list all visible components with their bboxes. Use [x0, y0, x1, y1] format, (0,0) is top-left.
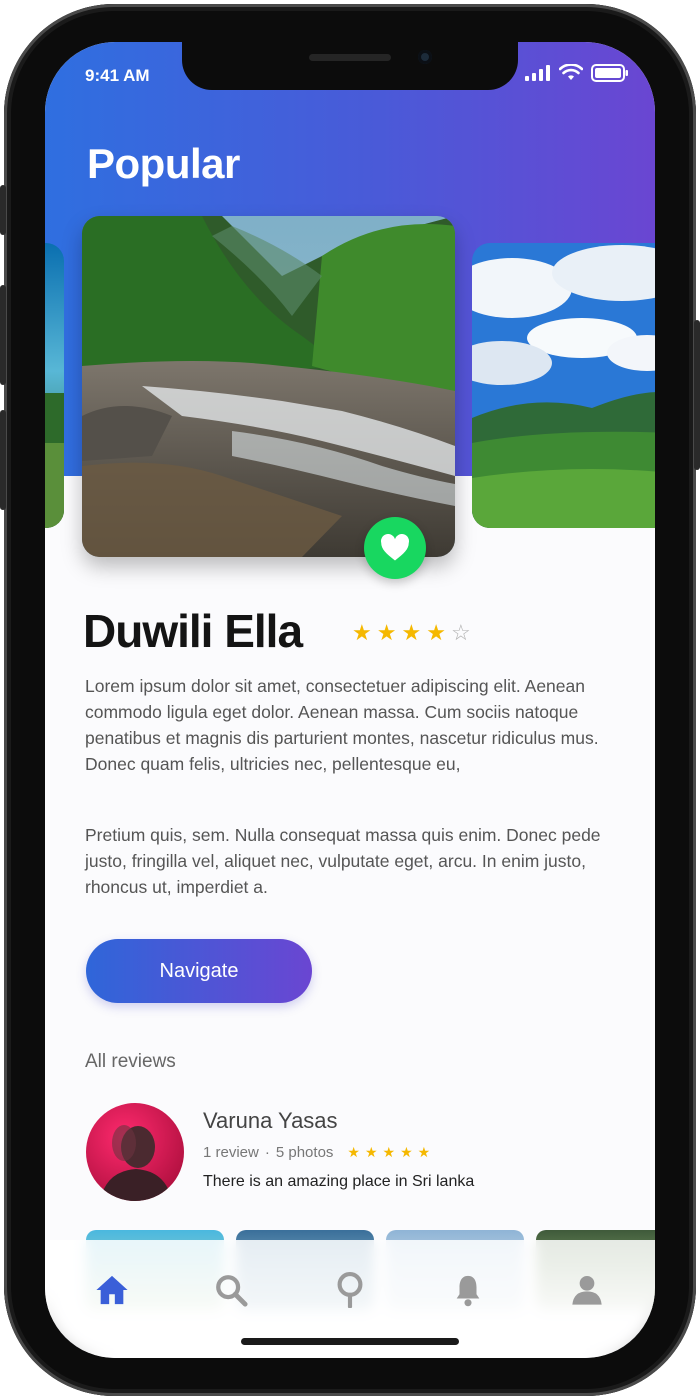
star-filled-icon: ★ — [426, 620, 446, 645]
speaker — [309, 54, 391, 61]
star-filled-icon: ★ — [382, 1144, 396, 1160]
review-count: 1 review — [203, 1144, 259, 1161]
place-rating: ★ ★ ★ ★ ☆ — [352, 622, 471, 644]
reviews-heading: All reviews — [85, 1051, 176, 1072]
card-image-ocean — [45, 243, 64, 528]
phone-volume-up — [0, 285, 6, 385]
card-image-mountains — [472, 243, 655, 528]
tab-places[interactable] — [330, 1270, 370, 1310]
page-title: Popular — [87, 140, 240, 187]
avatar-image — [86, 1103, 184, 1201]
review-meta: 1 review · 5 photos ★ ★ ★ ★ ★ — [203, 1144, 430, 1161]
star-filled-icon: ★ — [347, 1144, 360, 1160]
star-filled-icon: ★ — [376, 620, 397, 645]
place-name: Duwili Ella — [83, 605, 303, 657]
review-rating: ★ ★ ★ ★ ★ — [347, 1144, 430, 1161]
tab-search[interactable] — [211, 1270, 251, 1310]
meta-separator: · — [264, 1144, 270, 1161]
app-screen: 9:41 AM Popular Duwili Ella ★ ★ ★ ★ ☆ Lo… — [45, 42, 655, 1358]
star-filled-icon: ★ — [352, 620, 372, 645]
navigate-button[interactable]: Navigate — [86, 939, 312, 1003]
wifi-icon — [559, 64, 583, 80]
photo-count: 5 photos — [275, 1144, 334, 1161]
status-icons — [525, 64, 629, 82]
battery-icon — [591, 64, 628, 82]
home-icon — [96, 1275, 128, 1305]
card-image-waterfall — [82, 216, 455, 557]
avatar[interactable] — [86, 1103, 184, 1201]
tab-profile[interactable] — [567, 1270, 607, 1310]
reviewer-name: Varuna Yasas — [203, 1108, 338, 1133]
review-text: There is an amazing place in Sri lanka — [203, 1173, 475, 1190]
tab-notifications[interactable] — [448, 1270, 488, 1310]
carousel-card-next[interactable] — [472, 243, 655, 528]
home-indicator[interactable] — [241, 1338, 459, 1345]
bell-icon — [456, 1275, 480, 1307]
carousel-card-previous[interactable] — [45, 243, 64, 528]
status-time: 9:41 AM — [85, 66, 150, 85]
star-filled-icon: ★ — [400, 1144, 413, 1160]
notch — [182, 42, 518, 90]
tab-home[interactable] — [92, 1270, 132, 1310]
phone-volume-down — [0, 410, 6, 510]
phone-silent-switch — [0, 185, 6, 235]
user-icon — [572, 1276, 602, 1305]
front-camera — [418, 50, 432, 64]
signal-icon — [525, 65, 550, 81]
heart-icon — [381, 534, 409, 561]
favorite-button[interactable] — [364, 517, 426, 579]
place-description-1: Lorem ipsum dolor sit amet, consectetuer… — [85, 676, 599, 774]
location-pin-icon — [337, 1272, 363, 1308]
star-empty-icon: ☆ — [450, 620, 471, 645]
phone-power-button — [694, 320, 700, 470]
star-filled-icon: ★ — [364, 1144, 378, 1160]
star-filled-icon: ★ — [417, 1144, 431, 1160]
search-icon — [216, 1275, 248, 1307]
star-filled-icon: ★ — [401, 620, 422, 645]
carousel-card-duwili-ella[interactable] — [82, 216, 455, 557]
place-description-2: Pretium quis, sem. Nulla consequat massa… — [85, 825, 601, 897]
